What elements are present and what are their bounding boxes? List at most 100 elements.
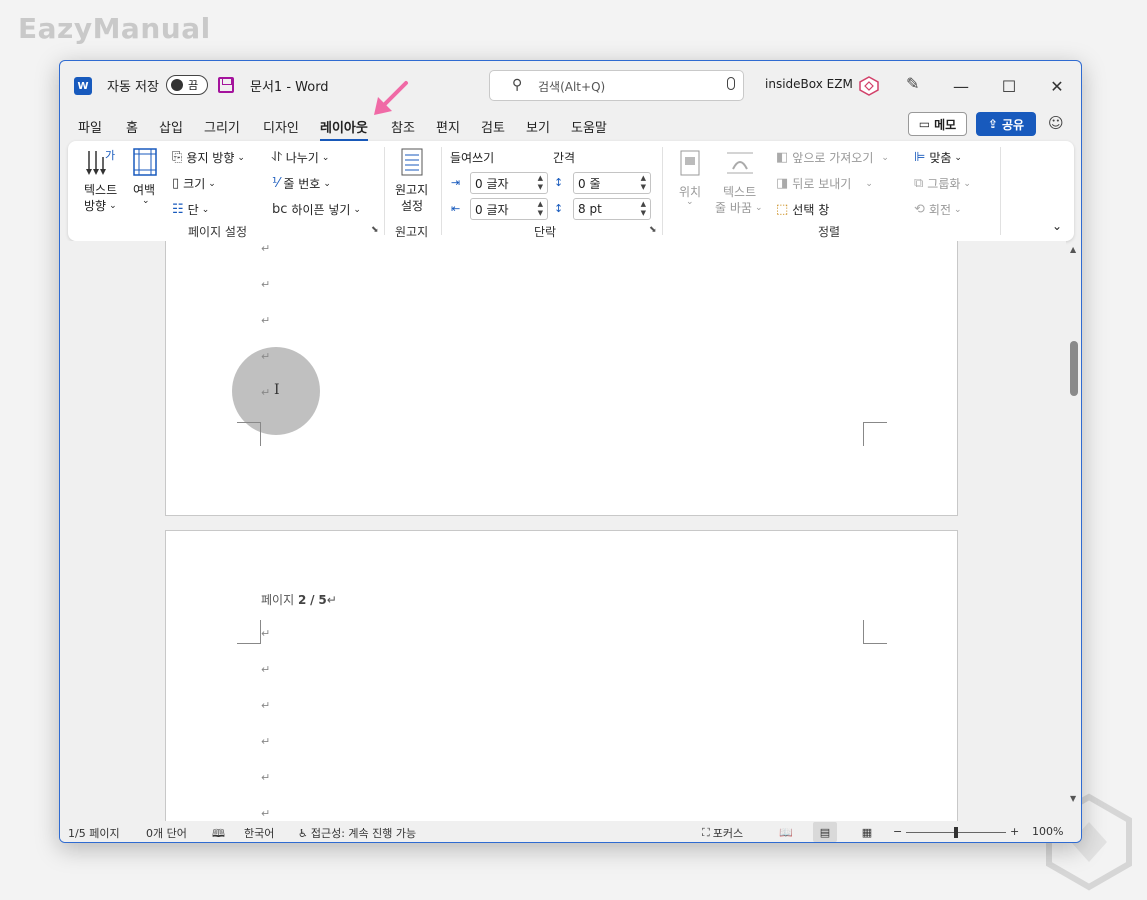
zoom-level[interactable]: 100%: [1032, 825, 1063, 838]
columns-label: 단: [187, 203, 199, 217]
document-page-2[interactable]: 페이지 2 / 5↵ ↵ ↵ ↵ ↵ ↵ ↵: [165, 530, 958, 821]
tab-view[interactable]: 보기: [526, 117, 550, 136]
line-numbers-button[interactable]: ⅟줄 번호 ⌄: [272, 175, 331, 192]
text-direction-button[interactable]: 방향 ⌄: [84, 197, 117, 214]
rotate-label: 회전: [928, 203, 951, 217]
autosave-toggle[interactable]: 끔: [166, 75, 208, 95]
page-field-prefix: 페이지: [261, 593, 295, 607]
hyphenation-button[interactable]: bc 하이픈 넣기 ⌄: [272, 201, 361, 218]
spinner-arrows-icon[interactable]: ▲ ▼: [641, 174, 646, 192]
tab-draw[interactable]: 그리기: [204, 117, 240, 136]
indent-right-icon: ⇤: [451, 202, 461, 215]
page-field-sep: /: [310, 593, 315, 607]
tab-layout[interactable]: 레이아웃: [320, 117, 368, 141]
size-label: 크기: [183, 177, 206, 191]
page-field-current: 2: [297, 593, 307, 607]
size-button[interactable]: ▯ 크기 ⌄: [172, 175, 216, 192]
scroll-up-icon[interactable]: ▲: [1070, 245, 1076, 254]
breaks-icon: ⥯: [272, 150, 282, 165]
save-icon[interactable]: [218, 77, 234, 93]
minimize-button[interactable]: —: [938, 71, 984, 101]
chevron-down-icon: ⌄: [323, 178, 331, 189]
coauthor-icon[interactable]: ☺: [1048, 114, 1064, 132]
position-icon: [680, 150, 700, 176]
bring-forward-label: 앞으로 가져오기: [792, 151, 874, 165]
read-mode-icon[interactable]: 📖: [774, 822, 798, 842]
scroll-down-icon[interactable]: ▼: [1070, 794, 1076, 803]
hyphenation-icon: bc: [272, 202, 288, 217]
manuscript-label1[interactable]: 원고지: [395, 181, 428, 198]
page-setup-launcher-icon[interactable]: ⬊: [371, 225, 379, 235]
tab-references[interactable]: 참조: [391, 117, 415, 136]
zoom-out-button[interactable]: −: [893, 825, 902, 838]
tab-home[interactable]: 홈: [126, 117, 138, 136]
tab-design[interactable]: 디자인: [263, 117, 299, 136]
tab-mailings[interactable]: 편지: [436, 117, 460, 136]
ribbon-panel: 가 텍스트 방향 ⌄ 여백 ⌄ ⎘ 용지 방향 ⌄ ▯ 크기 ⌄ ☷ 단 ⌄ ⥯ 나누기 ⌄ ⅟줄…: [68, 141, 1074, 241]
tab-insert[interactable]: 삽입: [159, 117, 183, 136]
web-layout-icon[interactable]: ▦: [855, 822, 879, 842]
send-backward-label: 뒤로 보내기: [792, 177, 852, 191]
spacing-after-input[interactable]: 8 pt ▲ ▼: [573, 198, 651, 220]
chevron-down-icon: ⌄: [865, 178, 873, 189]
print-layout-icon[interactable]: ▤: [813, 822, 837, 842]
bring-forward-button[interactable]: ◧ 앞으로 가져오기 ⌄: [776, 149, 889, 166]
document-page-1[interactable]: ↵ ↵ ↵ ↵ ↵ I: [165, 241, 958, 516]
word-count[interactable]: 0개 단어: [146, 825, 187, 841]
rotate-button[interactable]: ⟲ 회전 ⌄: [914, 201, 962, 218]
bring-forward-icon: ◧: [776, 150, 789, 165]
autosave-state: 끔: [188, 79, 199, 92]
spinner-arrows-icon[interactable]: ▲ ▼: [538, 200, 543, 218]
microphone-icon[interactable]: [727, 77, 735, 90]
group-button[interactable]: ⧉ 그룹화 ⌄: [914, 175, 971, 192]
user-name[interactable]: insideBox EZM: [765, 77, 853, 91]
tab-help[interactable]: 도움말: [571, 117, 607, 136]
wrap-text-label1[interactable]: 텍스트: [723, 183, 756, 200]
status-bar: 1/5 페이지 0개 단어 🕮 한국어 ♿ 접근성: 계속 진행 가능 ⛶ 포커스 …: [60, 821, 1081, 842]
watermark-text: EazyManual: [18, 12, 211, 45]
spinner-arrows-icon[interactable]: ▲ ▼: [641, 200, 646, 218]
breaks-button[interactable]: ⥯ 나누기 ⌄: [272, 149, 329, 166]
selection-pane-button[interactable]: ⬚ 선택 창: [776, 201, 829, 218]
proofing-icon[interactable]: 🕮: [212, 825, 225, 842]
page-count[interactable]: 1/5 페이지: [68, 825, 120, 841]
maximize-button[interactable]: ☐: [986, 71, 1032, 101]
chevron-down-icon: ⌄: [142, 196, 150, 206]
align-button[interactable]: ⊫ 맞춤 ⌄: [914, 149, 962, 166]
close-button[interactable]: ✕: [1034, 71, 1080, 101]
collapse-ribbon-icon[interactable]: ⌄: [1052, 219, 1062, 233]
zoom-in-button[interactable]: +: [1010, 825, 1019, 838]
memo-button[interactable]: ▭ 메모: [908, 112, 967, 136]
text-direction-label[interactable]: 텍스트: [84, 181, 117, 198]
focus-mode[interactable]: ⛶ 포커스: [702, 825, 743, 841]
pointer-arrow-annotation: [374, 81, 408, 115]
spinner-arrows-icon[interactable]: ▲ ▼: [538, 174, 543, 192]
zoom-slider-thumb[interactable]: [954, 827, 958, 838]
share-button[interactable]: ⇪ 공유: [976, 112, 1036, 136]
tab-file[interactable]: 파일: [78, 117, 102, 136]
orientation-button[interactable]: ⎘ 용지 방향 ⌄: [172, 149, 245, 166]
vertical-scrollbar[interactable]: ▲ ▼: [1066, 241, 1081, 821]
chevron-down-icon: ⌄: [237, 152, 245, 163]
paragraph-launcher-icon[interactable]: ⬊: [649, 225, 657, 235]
document-area[interactable]: ↵ ↵ ↵ ↵ ↵ I 페이지 2 / 5↵ ↵ ↵ ↵ ↵ ↵ ↵: [60, 241, 1066, 821]
accessibility-status[interactable]: ♿ 접근성: 계속 진행 가능: [298, 825, 416, 841]
columns-button[interactable]: ☷ 단 ⌄: [172, 201, 209, 218]
text-cursor-icon: I: [274, 382, 280, 398]
spacing-before-input[interactable]: 0 줄 ▲ ▼: [573, 172, 651, 194]
tab-review[interactable]: 검토: [481, 117, 505, 136]
search-box[interactable]: ⚲ 검색(Alt+Q): [489, 70, 744, 101]
send-backward-button[interactable]: ◨ 뒤로 보내기 ⌄: [776, 175, 873, 192]
scrollbar-thumb[interactable]: [1070, 341, 1078, 396]
designer-pen-icon[interactable]: ✎: [906, 74, 919, 93]
paragraph-mark: ↵: [261, 242, 271, 255]
indent-left-input[interactable]: 0 글자 ▲ ▼: [470, 172, 548, 194]
send-backward-icon: ◨: [776, 176, 789, 191]
user-avatar-icon[interactable]: [858, 76, 880, 96]
indent-right-input[interactable]: 0 글자 ▲ ▼: [470, 198, 548, 220]
paragraph-mark: ↵: [261, 314, 271, 327]
manuscript-label2[interactable]: 설정: [401, 197, 423, 214]
spacing-before-icon: ↕: [554, 176, 564, 189]
wrap-text-button[interactable]: 줄 바꿈 ⌄: [715, 199, 762, 216]
language[interactable]: 한국어: [244, 825, 274, 841]
